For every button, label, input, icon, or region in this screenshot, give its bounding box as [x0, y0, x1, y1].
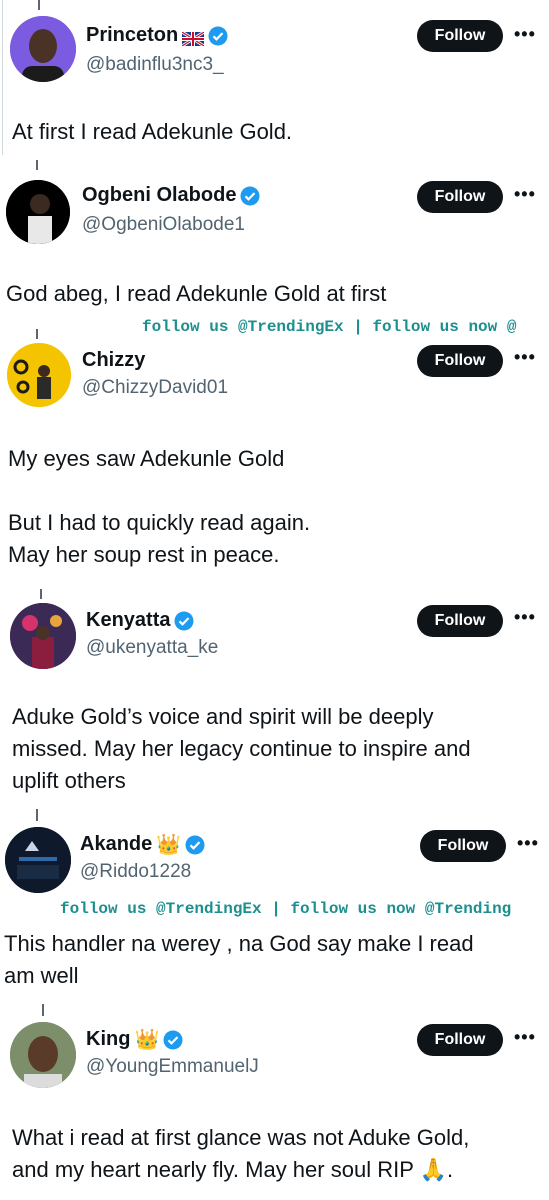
name-row: Akande 👑 — [80, 833, 205, 856]
handle[interactable]: @OgbeniOlabode1 — [82, 214, 245, 236]
follow-button[interactable]: Follow — [420, 830, 506, 862]
thread-connector — [36, 809, 38, 821]
tweet-text: At first I read Adekunle Gold. — [12, 119, 293, 144]
thread-connector — [36, 329, 38, 339]
avatar[interactable] — [10, 1022, 76, 1088]
more-options-icon[interactable]: ••• — [514, 347, 536, 368]
follow-button[interactable]: Follow — [417, 345, 503, 377]
display-name[interactable]: King — [86, 1028, 130, 1051]
thread-connector — [38, 0, 40, 10]
handle[interactable]: @badinflu3nc3_ — [86, 54, 224, 76]
verified-badge-icon — [185, 835, 205, 855]
thread-connector — [40, 589, 42, 599]
follow-button[interactable]: Follow — [417, 20, 503, 52]
handle[interactable]: @YoungEmmanuelJ — [86, 1056, 259, 1078]
watermark: follow us @TrendingEx | follow us now @T… — [60, 900, 512, 918]
display-name[interactable]: Akande — [80, 833, 152, 856]
more-options-icon[interactable]: ••• — [517, 833, 539, 854]
tweet-text: God abeg, I read Adekunle Gold at first — [6, 281, 387, 306]
name-row: Chizzy — [82, 349, 145, 372]
uk-flag-icon — [181, 29, 206, 47]
handle[interactable]: @ChizzyDavid01 — [82, 377, 228, 399]
tweet-chizzy: Chizzy @ChizzyDavid01 Follow ••• My eyes… — [0, 325, 549, 590]
crown-icon: 👑 — [134, 1028, 160, 1051]
follow-button[interactable]: Follow — [417, 605, 503, 637]
tweet-text: My eyes saw Adekunle Gold But I had to q… — [8, 446, 311, 567]
tweet-kenyatta: Kenyatta @ukenyatta_ke Follow ••• Aduke … — [0, 585, 549, 800]
verified-badge-icon — [208, 26, 228, 46]
name-row: King 👑 — [86, 1028, 183, 1051]
follow-button[interactable]: Follow — [417, 181, 503, 213]
avatar[interactable] — [10, 603, 76, 669]
thread-connector — [36, 160, 38, 170]
follow-button[interactable]: Follow — [417, 1024, 503, 1056]
more-options-icon[interactable]: ••• — [514, 1027, 536, 1048]
display-name[interactable]: Ogbeni Olabode — [82, 184, 236, 207]
thread-connector — [2, 0, 3, 155]
more-options-icon[interactable]: ••• — [514, 184, 536, 205]
tweet-text: What i read at first glance was not Aduk… — [12, 1125, 470, 1182]
verified-badge-icon — [163, 1030, 183, 1050]
avatar[interactable] — [10, 16, 76, 82]
display-name[interactable]: Princeton — [86, 24, 178, 47]
thread-connector — [42, 1004, 44, 1016]
name-row: Ogbeni Olabode — [82, 184, 260, 207]
verified-badge-icon — [174, 611, 194, 631]
tweet-princeton: Princeton @badinflu3nc3_ Follow ••• At f… — [0, 0, 549, 160]
avatar[interactable] — [6, 180, 70, 244]
more-options-icon[interactable]: ••• — [514, 607, 536, 628]
tweet-king: King 👑 @YoungEmmanuelJ Follow ••• What i… — [0, 1000, 549, 1200]
tweet-text: Aduke Gold’s voice and spirit will be de… — [12, 704, 471, 793]
verified-badge-icon — [240, 186, 260, 206]
display-name[interactable]: Kenyatta — [86, 609, 170, 632]
tweet-ogbeni-olabode: Ogbeni Olabode @OgbeniOlabode1 Follow ••… — [0, 160, 549, 310]
avatar[interactable] — [7, 343, 71, 407]
crown-icon: 👑 — [156, 833, 182, 856]
display-name[interactable]: Chizzy — [82, 349, 145, 372]
more-options-icon[interactable]: ••• — [514, 24, 536, 45]
handle[interactable]: @Riddo1228 — [80, 861, 191, 883]
name-row: Princeton — [86, 24, 228, 47]
tweet-text: This handler na werey , na God say make … — [4, 931, 474, 988]
avatar[interactable] — [5, 827, 71, 893]
handle[interactable]: @ukenyatta_ke — [86, 637, 218, 659]
name-row: Kenyatta — [86, 609, 194, 632]
